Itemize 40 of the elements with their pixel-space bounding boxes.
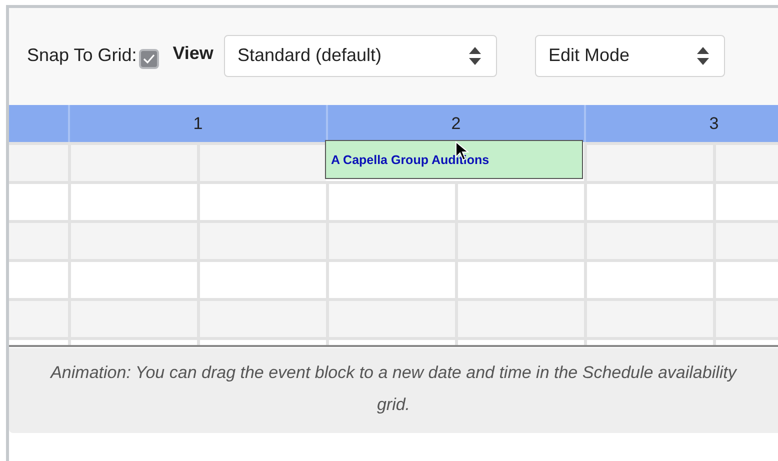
grid-cell[interactable] <box>68 142 197 181</box>
header-corner-cell <box>9 105 68 142</box>
event-block[interactable]: A Capella Group Auditions <box>325 140 583 179</box>
day-column-header: 1 <box>68 105 326 142</box>
grid-cell[interactable] <box>326 181 455 220</box>
up-down-arrows-icon <box>696 44 710 66</box>
day-column-header: 3 <box>584 105 778 142</box>
grid-cell[interactable] <box>584 181 713 220</box>
grid-cell[interactable] <box>326 220 455 259</box>
grid-cell[interactable] <box>68 259 197 298</box>
grid-cell[interactable] <box>455 220 584 259</box>
view-label: View <box>172 43 214 64</box>
grid-cell[interactable] <box>584 259 713 298</box>
row-label-cell <box>9 220 68 259</box>
grid-cell[interactable] <box>68 220 197 259</box>
grid-cell[interactable] <box>197 181 326 220</box>
checkmark-icon <box>142 54 155 64</box>
grid-cell[interactable] <box>455 259 584 298</box>
grid-cell[interactable] <box>455 298 584 337</box>
grid-cell[interactable] <box>197 298 326 337</box>
grid-cell[interactable] <box>68 181 197 220</box>
grid-cell[interactable] <box>584 298 713 337</box>
grid-cell[interactable] <box>455 181 584 220</box>
day-column-header: 2 <box>326 105 584 142</box>
view-select[interactable]: Standard (default) <box>224 34 498 76</box>
grid-cell[interactable] <box>326 259 455 298</box>
grid-cell[interactable] <box>197 259 326 298</box>
grid-cell[interactable] <box>68 298 197 337</box>
grid-cell[interactable] <box>326 298 455 337</box>
snap-to-grid-label: Snap To Grid: <box>27 45 137 66</box>
up-down-arrows-icon <box>468 44 482 66</box>
grid-cell[interactable] <box>197 220 326 259</box>
grid-cell[interactable] <box>584 220 713 259</box>
row-label-cell <box>9 142 68 181</box>
mode-select[interactable]: Edit Mode <box>535 34 726 76</box>
grid-cell[interactable] <box>197 142 326 181</box>
snap-checkbox[interactable] <box>138 48 159 68</box>
row-label-cell <box>9 298 68 337</box>
grid-cell[interactable] <box>584 142 713 181</box>
caption-text: Animation: You can drag the event block to a new date and time in the Schedule availability grid. <box>49 362 738 416</box>
